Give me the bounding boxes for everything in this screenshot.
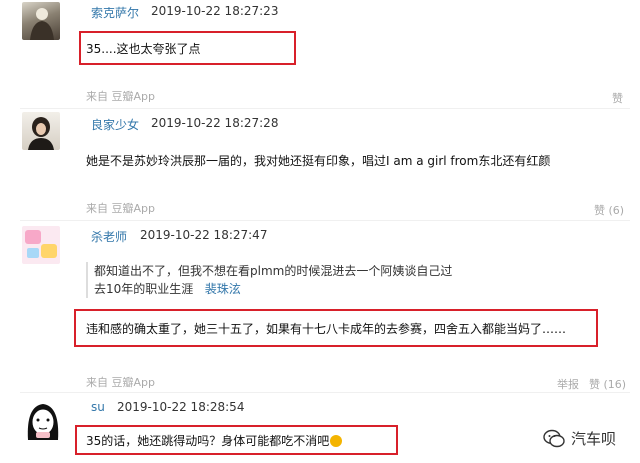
quote-author[interactable]: 裴珠泫 [205, 282, 241, 296]
avatar[interactable] [22, 2, 60, 40]
watermark-text: 汽车呗 [571, 430, 617, 448]
avatar[interactable] [22, 396, 64, 440]
username[interactable]: 杀老师 [91, 228, 127, 245]
timestamp: 2019-10-22 18:27:28 [151, 116, 279, 130]
quote-line-end: 去10年的职业生涯 [94, 282, 194, 296]
avatar[interactable] [22, 112, 60, 150]
timestamp: 2019-10-22 18:28:54 [117, 400, 245, 414]
highlight-box [75, 425, 398, 455]
wechat-icon [543, 429, 565, 447]
username[interactable]: 良家少女 [91, 116, 139, 133]
timestamp: 2019-10-22 18:27:47 [140, 228, 268, 242]
divider [20, 392, 630, 393]
comment-source: 来自 豆瓣App [86, 90, 155, 103]
avatar-cartoon-face-icon [27, 404, 59, 440]
avatar-person-icon [28, 117, 54, 150]
avatar[interactable] [22, 226, 60, 264]
comment-source: 来自 豆瓣App [86, 202, 155, 215]
timestamp: 2019-10-22 18:27:23 [151, 4, 279, 18]
avatar-sticker-icon [25, 230, 57, 258]
highlight-box [79, 31, 296, 65]
comment-text: 她是不是苏妙玲洪辰那一届的，我对她还挺有印象，唱过I am a girl fro… [86, 154, 551, 168]
quote-line: 都知道出不了，但我不想在看plmm的时候混进去一个阿姨谈自己过 [94, 264, 453, 278]
report-button[interactable]: 举报 [557, 376, 579, 392]
divider [20, 108, 630, 109]
comment-source: 来自 豆瓣App [86, 376, 155, 389]
like-button[interactable]: 赞 (16) [589, 376, 626, 392]
like-button[interactable]: 赞 [612, 90, 623, 106]
username[interactable]: su [91, 400, 105, 414]
quote-line: 去10年的职业生涯 裴珠泫 [94, 280, 452, 298]
highlight-box [74, 309, 598, 347]
like-button[interactable]: 赞 (6) [594, 202, 624, 218]
divider [20, 220, 630, 221]
username[interactable]: 索克萨尔 [91, 4, 139, 21]
avatar-figure-icon [30, 8, 54, 40]
quoted-reply: 都知道出不了，但我不想在看plmm的时候混进去一个阿姨谈自己过 去10年的职业生… [86, 262, 452, 298]
watermark: 汽车呗 [543, 428, 616, 449]
